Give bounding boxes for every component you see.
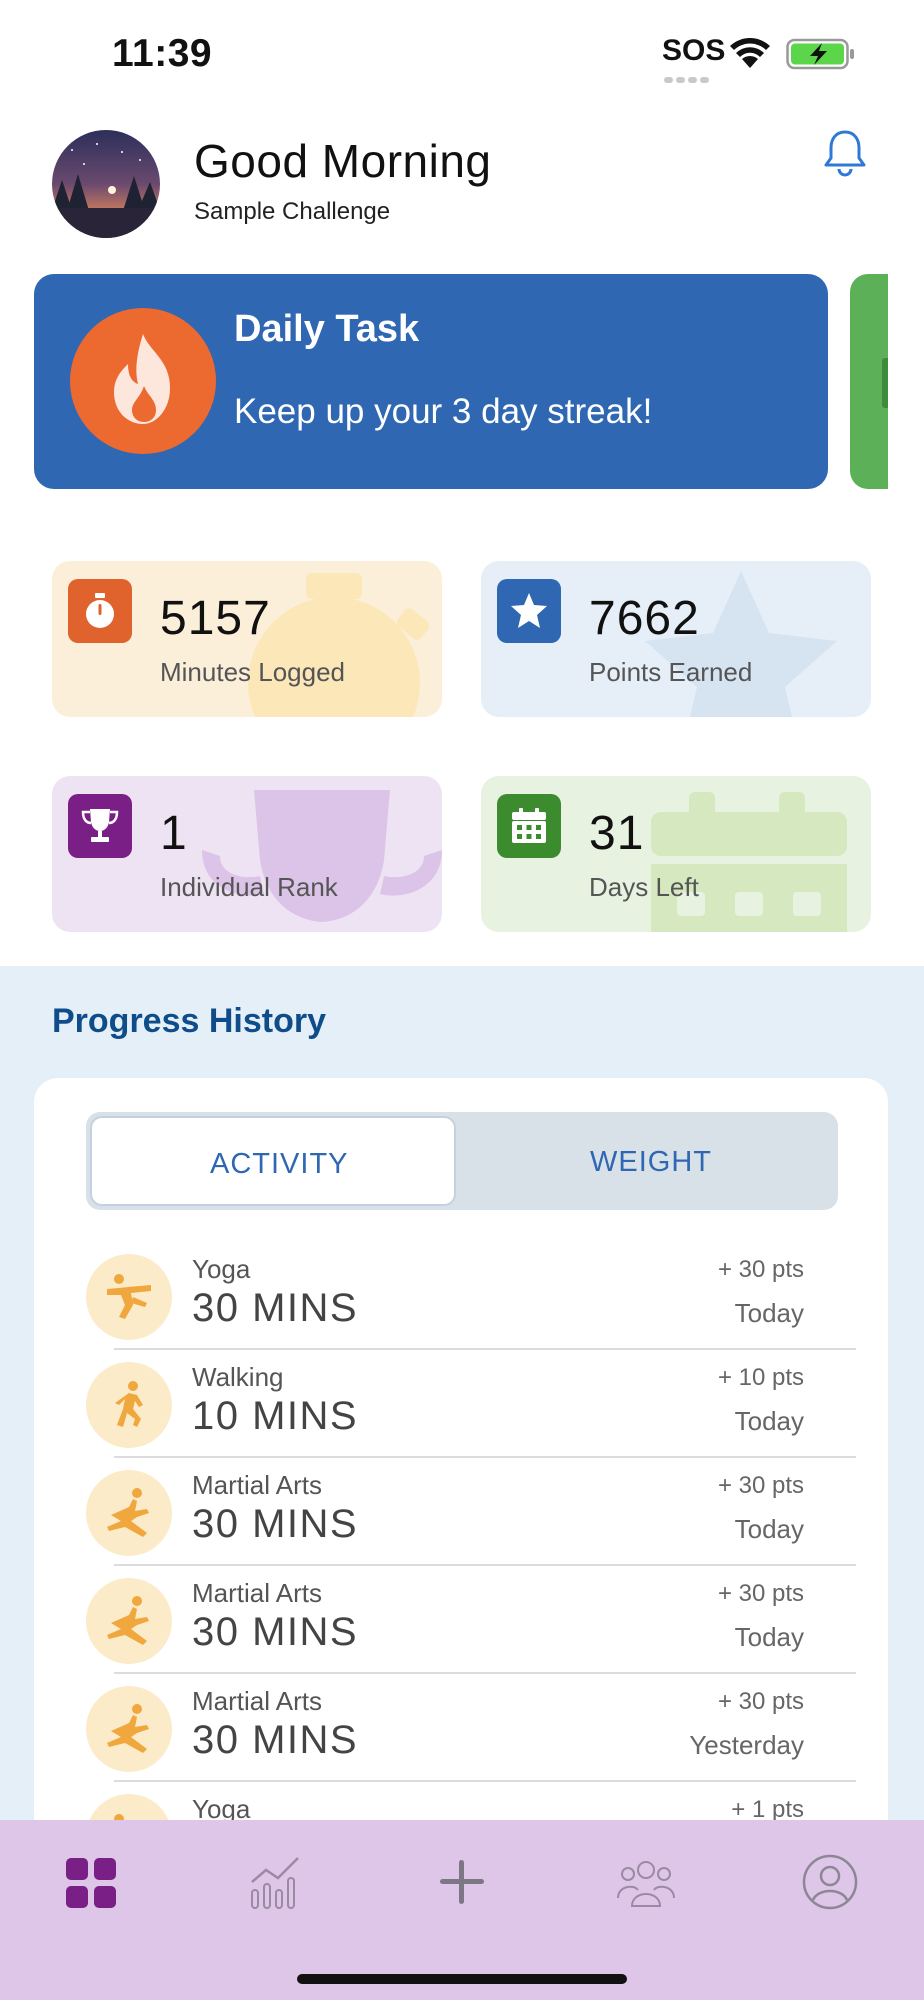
trophy-badge (68, 794, 132, 858)
status-bar: 11:39 SOS (0, 0, 924, 105)
tab-activity-label: ACTIVITY (210, 1148, 349, 1180)
profile-icon[interactable] (800, 1852, 860, 1912)
stat-label: Minutes Logged (160, 657, 346, 687)
activity-amount: 30 MINS (192, 1718, 359, 1762)
stat-days-left[interactable]: 31 Days Left (481, 776, 871, 932)
activity-name: Martial Arts (192, 1578, 323, 1608)
martial-arts-icon-circle (86, 1578, 172, 1664)
flame-icon (114, 334, 170, 424)
stopwatch-icon (86, 593, 114, 628)
wifi-icon (730, 38, 770, 68)
activity-name: Yoga (192, 1254, 251, 1284)
sos-indicator: SOS (662, 34, 726, 67)
activity-amount: 30 MINS (192, 1610, 359, 1654)
chart-icon[interactable] (246, 1852, 306, 1912)
stat-minutes-logged[interactable]: 5157 Minutes Logged (52, 561, 442, 717)
activity-date: Today (734, 1622, 804, 1652)
activity-name: Martial Arts (192, 1470, 323, 1500)
calendar-badge (497, 794, 561, 858)
stat-value: 5157 (160, 592, 271, 645)
home-indicator (297, 1974, 627, 1984)
calendar-watermark (651, 792, 847, 932)
tab-activity[interactable]: ACTIVITY (90, 1116, 456, 1206)
greeting-title: Good Morning (194, 135, 492, 187)
martial-arts-icon (107, 1488, 149, 1537)
stat-value: 31 (589, 807, 645, 860)
activity-date: Today (734, 1406, 804, 1436)
calendar-icon (512, 808, 546, 843)
activity-amount: 30 MINS (192, 1286, 359, 1330)
challenge-name: Sample Challenge (194, 198, 391, 225)
signal-dots (664, 70, 714, 83)
battery-charging-icon (786, 38, 854, 70)
activity-row[interactable]: Martial Arts 30 MINS + 30 pts Today (86, 1566, 856, 1674)
stat-points-earned[interactable]: 7662 Points Earned (481, 561, 871, 717)
trophy-watermark (202, 790, 442, 922)
yoga-icon (107, 1274, 151, 1319)
streak-badge (70, 308, 216, 454)
stat-value: 7662 (589, 592, 700, 645)
stat-label: Days Left (589, 872, 699, 902)
walking-icon (115, 1381, 143, 1427)
walking-icon-circle (86, 1362, 172, 1448)
martial-arts-icon (107, 1596, 149, 1645)
yoga-icon-circle (86, 1254, 172, 1340)
activity-points: + 10 pts (717, 1364, 804, 1391)
stat-label: Points Earned (589, 657, 753, 687)
activity-amount: 10 MINS (192, 1394, 359, 1438)
activity-points: + 30 pts (717, 1580, 804, 1607)
dashboard-icon[interactable] (62, 1852, 122, 1912)
daily-task-title: Daily Task (234, 308, 420, 350)
activity-date: Yesterday (689, 1730, 804, 1760)
activity-name: Martial Arts (192, 1686, 323, 1716)
next-card-peek[interactable] (850, 274, 888, 489)
martial-arts-icon (107, 1704, 149, 1753)
tab-weight[interactable]: WEIGHT (590, 1146, 712, 1179)
group-icon[interactable] (616, 1852, 676, 1912)
activity-row[interactable]: Martial Arts 30 MINS + 30 pts Today (86, 1458, 856, 1566)
activity-row[interactable]: Yoga 30 MINS + 30 pts Today (86, 1242, 856, 1350)
stopwatch-badge (68, 579, 132, 643)
martial-arts-icon-circle (86, 1686, 172, 1772)
status-time: 11:39 (112, 32, 213, 75)
stopwatch-watermark (248, 573, 430, 717)
history-segmented-control: ACTIVITY WEIGHT (86, 1112, 838, 1210)
bottom-tab-bar (0, 1820, 924, 2000)
stat-individual-rank[interactable]: 1 Individual Rank (52, 776, 442, 932)
avatar[interactable] (52, 130, 160, 238)
plus-icon[interactable] (432, 1852, 492, 1912)
activity-amount: 30 MINS (192, 1502, 359, 1546)
bell-icon[interactable] (822, 128, 868, 178)
activity-row[interactable]: Martial Arts 30 MINS + 30 pts Yesterday (86, 1674, 856, 1782)
activity-date: Today (734, 1514, 804, 1544)
activity-name: Walking (192, 1362, 284, 1392)
star-icon (511, 593, 547, 628)
activity-date: Today (734, 1298, 804, 1328)
activity-points: + 30 pts (717, 1472, 804, 1499)
activity-points: + 30 pts (717, 1256, 804, 1283)
stat-label: Individual Rank (160, 872, 338, 902)
night-forest-avatar (52, 130, 160, 238)
progress-history-title: Progress History (52, 1002, 326, 1040)
activity-row[interactable]: Walking 10 MINS + 10 pts Today (86, 1350, 856, 1458)
star-badge (497, 579, 561, 643)
trophy-icon (81, 809, 119, 842)
activity-points: + 30 pts (717, 1688, 804, 1715)
daily-task-message: Keep up your 3 day streak! (234, 392, 653, 431)
daily-task-card[interactable]: Daily Task Keep up your 3 day streak! (34, 274, 828, 489)
martial-arts-icon-circle (86, 1470, 172, 1556)
stat-value: 1 (160, 807, 188, 860)
